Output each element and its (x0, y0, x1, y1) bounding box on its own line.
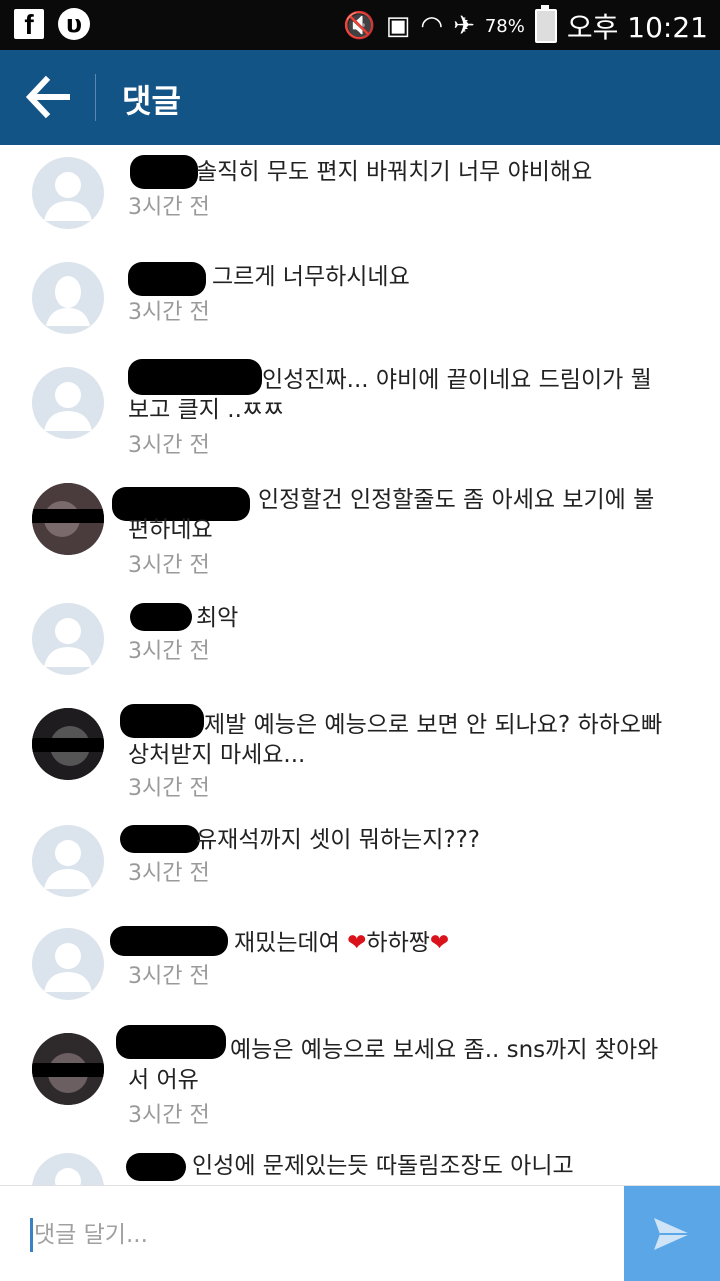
avatar[interactable] (32, 157, 104, 229)
comment-text: 최악 (196, 605, 239, 631)
mute-icon: 🔇 (343, 11, 376, 41)
redacted-username (120, 825, 200, 853)
wifi-icon: ◠ (420, 11, 444, 41)
comment-time: 3시간 전 (128, 300, 210, 325)
redacted-username (128, 262, 206, 296)
comment-text: 유재석까지 셋이 뭐하는지??? (196, 827, 481, 853)
avatar[interactable] (32, 367, 104, 439)
header-divider (95, 74, 96, 121)
comment-text: 인정할건 인정할줄도 좀 아세요 보기에 불편하네요 (128, 487, 655, 543)
battery-percent: 78% (484, 15, 525, 37)
back-arrow-icon[interactable] (24, 72, 74, 122)
avatar[interactable] (32, 603, 104, 675)
comment-text: 인성에 문제있는듯 따돌림조장도 아니고 (192, 1153, 574, 1179)
redacted-username (130, 603, 192, 631)
comment-time: 3시간 전 (128, 433, 210, 458)
redacted-username (130, 155, 198, 189)
comment-time: 3시간 전 (128, 639, 210, 664)
comment-time: 3시간 전 (128, 195, 210, 220)
comment-time: 3시간 전 (128, 553, 210, 578)
airplane-icon: ✈ (453, 11, 475, 41)
comment-time: 3시간 전 (128, 776, 210, 801)
avatar[interactable] (32, 928, 104, 1000)
comment-input[interactable] (32, 1216, 596, 1254)
status-bar: f υ 🔇 ▣ ◠ ✈ 78% 오후 10:21 (0, 0, 720, 50)
avatar[interactable] (32, 1153, 104, 1185)
app-bar: 댓글 (0, 50, 720, 145)
comment-text: 재밌는데여 ❤하하짱❤ (234, 930, 450, 956)
avatar[interactable] (32, 825, 104, 897)
avatar[interactable] (32, 262, 104, 334)
facebook-icon: f (14, 9, 44, 40)
avatar[interactable] (32, 483, 104, 555)
comment-text: 인성진짜... 야비에 끝이네요 드림이가 뭘 보고 클지 ..ㅉㅉ (128, 367, 652, 423)
app-circle-icon: υ (58, 8, 90, 40)
comment-time: 3시간 전 (128, 861, 210, 886)
comment-text: 예능은 예능으로 보세요 좀.. sns까지 찾아와서 어유 (128, 1037, 659, 1093)
comment-list[interactable]: 솔직히 무도 편지 바꿔치기 너무 야비해요 3시간 전 그르게 너무하시네요 … (0, 145, 720, 1185)
clock: 오후 10:21 (566, 11, 708, 44)
page-title: 댓글 (122, 82, 181, 120)
redacted-username (110, 926, 228, 956)
nfc-icon: ▣ (385, 11, 411, 41)
comment-text: 제발 예능은 예능으로 보면 안 되나요? 하하오빠 상처받지 마세요... (128, 712, 663, 768)
comment-text: 솔직히 무도 편지 바꿔치기 너무 야비해요 (196, 159, 593, 185)
send-button[interactable] (624, 1186, 720, 1281)
avatar[interactable] (32, 1033, 104, 1105)
comment-input-bar (0, 1185, 720, 1281)
comment-time: 3시간 전 (128, 1103, 210, 1128)
comment-time: 3시간 전 (128, 964, 210, 989)
send-icon (654, 1218, 690, 1250)
comment-text: 그르게 너무하시네요 (212, 264, 410, 290)
avatar[interactable] (32, 708, 104, 780)
battery-icon (534, 5, 557, 43)
redacted-username (126, 1153, 186, 1181)
